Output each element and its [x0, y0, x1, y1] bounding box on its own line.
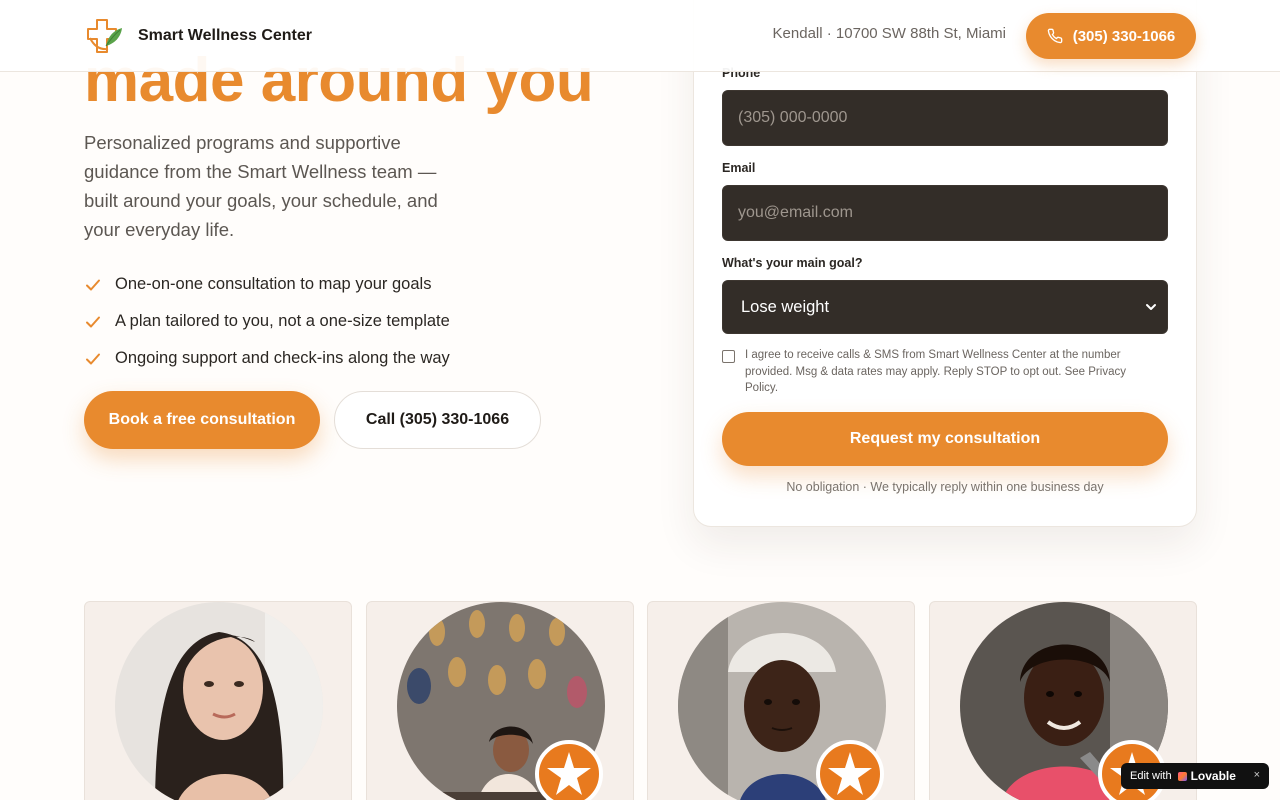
phone-field[interactable] — [722, 90, 1168, 146]
brand[interactable]: Smart Wellness Center — [84, 16, 312, 56]
check-icon — [86, 316, 100, 327]
lovable-brand: Lovable — [1190, 769, 1236, 783]
list-item: Ongoing support and check-ins along the … — [84, 340, 450, 377]
consent-row: I agree to receive calls & SMS from Smar… — [722, 347, 1142, 397]
header-phone-button[interactable]: (305) 330-1066 — [1026, 13, 1196, 59]
star-badge-icon — [816, 740, 884, 800]
avatar-photo-1 — [115, 602, 323, 800]
list-item-label: One-on-one consultation to map your goal… — [115, 275, 432, 293]
avatar — [115, 602, 323, 800]
form-note: No obligation · We typically reply withi… — [786, 480, 1104, 494]
list-item: A plan tailored to you, not a one-size t… — [84, 303, 450, 340]
benefits-list: One-on-one consultation to map your goal… — [84, 266, 450, 377]
list-item-label: A plan tailored to you, not a one-size t… — [115, 312, 450, 330]
location-text: Kendall · 10700 SW 88th St, Miami — [772, 25, 1006, 42]
goal-select[interactable]: Lose weight — [722, 280, 1168, 334]
site-header: Smart Wellness Center Kendall · 10700 SW… — [0, 0, 1280, 72]
check-icon — [86, 279, 100, 290]
chevron-down-icon — [1146, 304, 1156, 310]
goal-label: What's your main goal? — [722, 256, 863, 270]
lovable-prefix: Edit with — [1130, 770, 1172, 782]
email-input[interactable] — [738, 204, 1167, 222]
edit-with-lovable-badge[interactable]: Edit with Lovable × — [1121, 763, 1269, 789]
list-item: One-on-one consultation to map your goal… — [84, 266, 450, 303]
goal-select-value: Lose weight — [741, 297, 830, 316]
brand-logo-icon — [87, 19, 122, 53]
star-badge-icon — [535, 740, 603, 800]
testimonial-card — [366, 601, 634, 800]
brand-name: Smart Wellness Center — [138, 27, 312, 44]
close-icon[interactable]: × — [1254, 769, 1260, 781]
check-icon — [86, 353, 100, 364]
header-phone-label: (305) 330-1066 — [1072, 27, 1176, 45]
list-item-label: Ongoing support and check-ins along the … — [115, 349, 450, 367]
consent-checkbox[interactable] — [722, 350, 735, 363]
email-field[interactable] — [722, 185, 1168, 241]
request-consultation-button[interactable]: Request my consultation — [722, 412, 1168, 466]
phone-icon — [1047, 28, 1063, 44]
phone-input[interactable] — [738, 109, 1167, 127]
testimonial-card — [647, 601, 915, 800]
call-button[interactable]: Call (305) 330-1066 — [334, 391, 541, 449]
testimonial-card — [84, 601, 352, 800]
lovable-heart-icon — [1177, 771, 1187, 781]
hero-subtitle: Personalized programs and supportive gui… — [84, 132, 438, 240]
email-label: Email — [722, 161, 756, 175]
book-consultation-button[interactable]: Book a free consultation — [84, 391, 320, 449]
consent-text: I agree to receive calls & SMS from Smar… — [745, 349, 1126, 394]
